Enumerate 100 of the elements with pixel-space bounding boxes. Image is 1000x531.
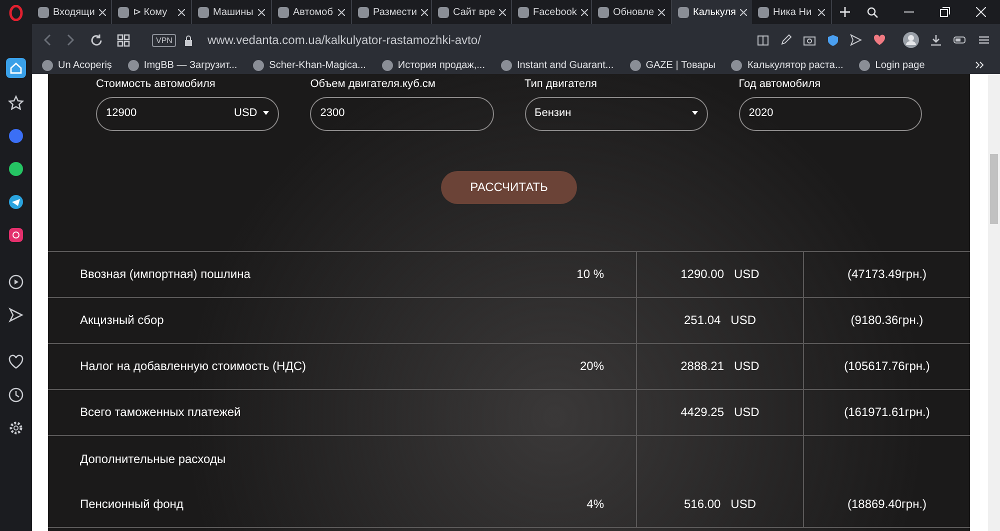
calculate-button[interactable]: РАССЧИТАТЬ xyxy=(441,170,577,204)
tab-title: Размести xyxy=(373,6,417,20)
table-cell-text: Акцизный сбор xyxy=(80,312,165,329)
site-icon xyxy=(198,6,209,18)
table-cell-text: (18869.40грн.) xyxy=(847,496,927,513)
table-cell-text: 10 % xyxy=(576,266,604,283)
forward-icon[interactable] xyxy=(66,34,76,46)
engine-type-dropdown[interactable]: Бензин xyxy=(524,96,708,130)
shield-icon[interactable] xyxy=(827,34,839,46)
field-label: Год автомобиля xyxy=(738,77,822,92)
tab-title: Калькуля xyxy=(693,6,736,20)
close-icon[interactable] xyxy=(420,8,428,16)
tab-title: Facebook xyxy=(533,6,577,20)
close-icon[interactable] xyxy=(178,8,185,16)
bookmark-link[interactable]: ImgBB — Загрузит... xyxy=(128,58,238,72)
table-cell-text: (47173.49грн.) xyxy=(847,266,927,283)
field-label: Объем двигателя.куб.см xyxy=(310,77,436,92)
table-cell-text: 4429.25 xyxy=(680,404,724,421)
bookmark-favicon-icon xyxy=(630,60,641,70)
close-icon[interactable] xyxy=(98,8,106,16)
site-icon xyxy=(598,6,609,18)
field-label: Стоимость автомобиля xyxy=(96,77,216,92)
site-icon xyxy=(118,6,129,18)
edit-icon[interactable] xyxy=(780,34,792,46)
bookmark-link[interactable]: Scher-Khan-Magica... xyxy=(253,58,366,72)
bookmark-favicon-icon xyxy=(500,60,512,70)
bookmark-favicon-icon xyxy=(731,60,742,70)
home-icon[interactable] xyxy=(6,58,26,78)
input-field[interactable]: 2020 xyxy=(738,96,922,130)
table-cell-text: (105617.76грн.) xyxy=(844,358,930,375)
browser-logo-icon[interactable] xyxy=(9,5,23,21)
bookmark-link[interactable]: Login page xyxy=(859,58,925,72)
clock-icon[interactable] xyxy=(8,387,24,403)
input-field[interactable]: 2300 xyxy=(310,96,494,130)
section-heading: Дополнительные расходы xyxy=(80,450,227,468)
settings-icon[interactable] xyxy=(8,420,24,436)
site-icon xyxy=(358,6,369,18)
close-icon[interactable] xyxy=(740,8,747,16)
price-field[interactable]: 12900 USD xyxy=(96,96,280,130)
avatar-icon[interactable] xyxy=(903,32,919,48)
caret-icon[interactable] xyxy=(263,111,270,116)
camera-icon[interactable] xyxy=(8,227,24,243)
heart-icon[interactable] xyxy=(8,354,24,370)
table-cell-text: Налог на добавленную стоимость (НДС) xyxy=(80,358,308,375)
site-icon xyxy=(678,6,689,18)
table-cell-text: USD xyxy=(734,266,760,283)
camera-icon[interactable] xyxy=(803,34,816,46)
table-cell-text: USD xyxy=(734,358,760,375)
tab-title: Входящи xyxy=(53,6,95,20)
book-icon[interactable] xyxy=(757,34,769,46)
table-cell-text: 20% xyxy=(580,358,604,375)
bookmark-link[interactable]: Instant and Guarant... xyxy=(500,58,614,72)
battery-icon[interactable] xyxy=(953,35,967,45)
heart-icon[interactable] xyxy=(873,34,886,46)
field-label: Тип двигателя xyxy=(524,77,598,92)
send-icon[interactable] xyxy=(8,307,24,323)
close-icon[interactable] xyxy=(580,8,588,16)
table-cell-text: Ввозная (импортная) пошлина xyxy=(80,266,252,283)
tab-title: ⊳ Кому xyxy=(133,6,168,20)
table-cell-text: Пенсионный фонд xyxy=(80,496,184,513)
bookmark-favicon-icon xyxy=(42,60,53,70)
browser-tab[interactable]: Калькуля xyxy=(672,0,752,24)
send-icon[interactable] xyxy=(850,34,862,46)
minimize-icon[interactable] xyxy=(904,11,914,13)
tab-title: Обновле xyxy=(613,6,654,20)
caret-icon[interactable] xyxy=(692,111,698,116)
star-icon[interactable] xyxy=(8,95,24,111)
site-icon xyxy=(278,6,289,18)
scrollbar[interactable] xyxy=(988,74,1000,531)
paper-plane-icon[interactable] xyxy=(8,194,24,210)
close-icon[interactable] xyxy=(258,8,265,16)
vpn-badge[interactable]: VPN xyxy=(152,34,176,46)
close-icon[interactable] xyxy=(338,8,345,16)
site-icon xyxy=(518,6,529,18)
table-cell-text: (161971.61грн.) xyxy=(844,404,930,421)
bookmark-link[interactable]: Un Acoperiș xyxy=(42,58,112,72)
close-icon[interactable] xyxy=(658,8,666,16)
bookmark-link[interactable]: История продаж,... xyxy=(382,58,485,72)
table-cell-text: Всего таможенных платежей xyxy=(80,404,242,421)
site-icon xyxy=(758,6,769,18)
bookmark-link[interactable]: GAZE | Товары xyxy=(630,58,716,72)
reload-icon[interactable] xyxy=(90,34,103,46)
grid-icon[interactable] xyxy=(117,34,130,46)
table-cell-text: 4% xyxy=(586,496,604,513)
back-icon[interactable] xyxy=(42,34,52,46)
download-icon[interactable] xyxy=(930,34,942,46)
tab-title: Ника Ни xyxy=(773,6,812,20)
play-circle-icon[interactable] xyxy=(8,274,24,290)
bookmark-link[interactable]: Калькулятор раста... xyxy=(731,58,844,72)
bookmark-favicon-icon xyxy=(859,60,870,70)
bookmark-favicon-icon xyxy=(382,60,393,70)
tab-title: Машины xyxy=(213,6,254,20)
restore-icon[interactable] xyxy=(940,7,950,17)
address-field[interactable]: www.vedanta.com.ua/kalkulyator-rastamozhki-avto/ xyxy=(207,31,481,49)
close-icon[interactable] xyxy=(499,8,506,16)
close-icon[interactable] xyxy=(818,8,825,16)
search-icon[interactable] xyxy=(867,6,878,18)
table-cell-text: USD xyxy=(730,496,756,513)
bookmark-favicon-icon xyxy=(253,60,264,70)
close-icon[interactable] xyxy=(976,7,986,17)
